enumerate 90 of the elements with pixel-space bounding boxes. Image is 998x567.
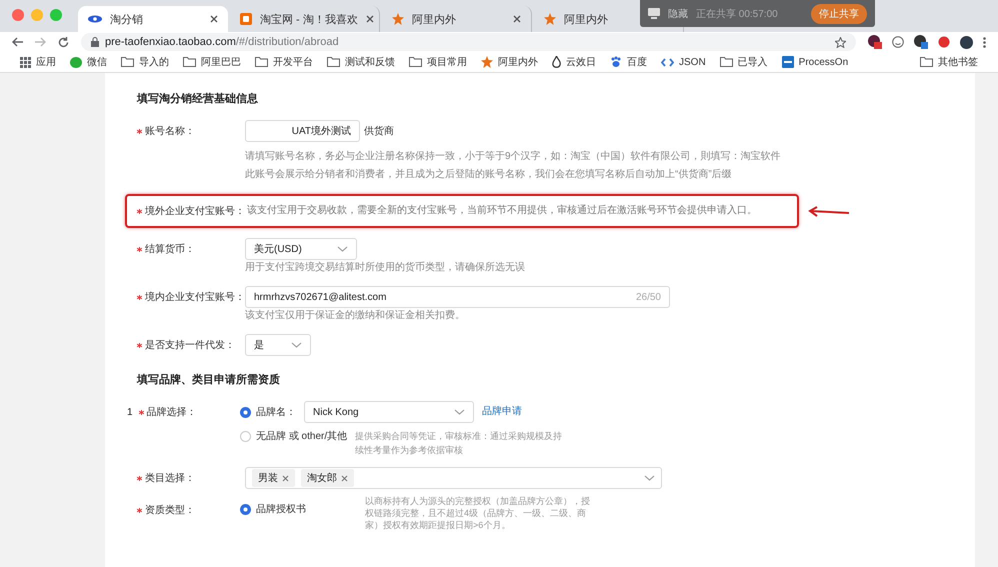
- section-title: 填写淘分销经营基础信息: [137, 92, 259, 106]
- apps-icon: [20, 56, 31, 68]
- bookmark[interactable]: 应用: [20, 55, 56, 69]
- flame-icon: [552, 56, 561, 68]
- select-field[interactable]: 美元(USD): [245, 238, 357, 260]
- field-label: 是否支持一件代发：: [145, 338, 235, 352]
- radio-option[interactable]: 无品牌 或 other/其他: [240, 429, 348, 443]
- bookmark[interactable]: 开发平台: [255, 55, 313, 69]
- note-text: 提供采购合同等凭证，审核标准：通过采购规模及持 续性考量作为参考依据审核: [355, 430, 562, 457]
- bookmark[interactable]: 其他书签: [920, 55, 978, 69]
- code-icon: [661, 58, 674, 66]
- close-icon[interactable]: [210, 15, 218, 23]
- app-icon: [240, 13, 252, 25]
- field-label: 境内企业支付宝账号：: [145, 290, 245, 304]
- field-label: 结算货币：: [145, 242, 195, 256]
- bookmark[interactable]: 百度: [610, 55, 647, 69]
- chevron-down-icon: [644, 475, 655, 481]
- apply-link[interactable]: 品牌申请: [482, 401, 522, 423]
- paw-icon: [610, 56, 622, 68]
- extension-icon[interactable]: [868, 35, 882, 49]
- address-field[interactable]: pre-taofenxiao.taobao.com/#/distribution/abroad: [81, 33, 856, 51]
- remove-icon[interactable]: [341, 474, 348, 482]
- browser-tab[interactable]: 淘分销: [78, 6, 228, 32]
- star-icon: [481, 56, 493, 68]
- radio-selected[interactable]: [240, 504, 251, 514]
- suffix-text: 供货商: [364, 124, 394, 138]
- more-icon[interactable]: [983, 36, 986, 48]
- bookmark[interactable]: JSON: [661, 56, 706, 68]
- bookmark[interactable]: 测试和反馈: [327, 55, 395, 69]
- bookmark[interactable]: 已导入: [720, 55, 768, 69]
- help-text: 请填写账号名称，务必与企业注册名称保持一致，小于等于9个汉字，如：淘宝（中国）软件有限公司，則填写：淘宝软件: [245, 150, 781, 164]
- input-field[interactable]: hrmrhzvs702671@alitest.com 26/50: [245, 286, 670, 308]
- screen-icon[interactable]: [648, 8, 660, 19]
- bookmark[interactable]: 微信: [70, 55, 107, 69]
- bookmark-star-icon[interactable]: [835, 36, 846, 48]
- close-icon[interactable]: [513, 15, 521, 23]
- field-label: 账号名称：: [145, 124, 195, 138]
- bookmark[interactable]: 阿里巴巴: [183, 55, 241, 69]
- smiley-icon[interactable]: [892, 36, 904, 48]
- select-field[interactable]: 是: [245, 334, 311, 356]
- help-text: 用于支付宝跨境交易结算时所使用的货币类型，请确保所选无误: [245, 260, 525, 275]
- help-text: 此账号会展示给分销者和消费者，并且成为之后登陆的账号名称，我们会在您填写名称后自动加上“供货商”后缀: [245, 168, 733, 182]
- bookmark[interactable]: ProcessOn: [782, 56, 848, 68]
- field-label: 资质类型：: [145, 504, 195, 517]
- input-field[interactable]: UAT境外测试: [245, 120, 360, 142]
- folder-icon: [255, 57, 268, 67]
- star-icon: [392, 13, 404, 25]
- note-text: 该支付宝用于交易收款，需要全新的支付宝账号，当前环节不用提供，审核通过后在激活账号环节会提供申请入口。: [247, 204, 757, 218]
- avatar-icon[interactable]: [960, 36, 973, 48]
- chat-icon: [70, 56, 82, 68]
- folder-icon: [409, 57, 422, 67]
- field-label: 类目选择：: [145, 472, 195, 485]
- folder-icon: [920, 57, 933, 67]
- folder-icon: [183, 57, 196, 67]
- chevron-down-icon: [291, 342, 302, 348]
- share-status: 正在共享 00:57:00: [696, 8, 778, 20]
- folder-icon: [121, 57, 134, 67]
- category-tag[interactable]: 淘女郎: [301, 469, 354, 487]
- field-label: 境外企业支付宝账号：: [145, 204, 245, 218]
- bookmark[interactable]: 阿里内外: [481, 55, 538, 69]
- chevron-down-icon: [337, 246, 348, 252]
- radio-option[interactable]: 品牌授权书: [240, 499, 365, 519]
- star-icon: [544, 13, 556, 25]
- url-text: pre-taofenxiao.taobao.com/#/distribution/abroad: [105, 36, 339, 48]
- app-icon: [782, 56, 794, 68]
- close-icon[interactable]: [366, 15, 374, 23]
- field-label: 品牌选择：: [146, 406, 197, 419]
- radio-option[interactable]: 品牌名：: [240, 401, 296, 423]
- note-text: 以商标持有人为源头的完整授权（加盖品牌方公章），授 权链路须完整，且不超过4级（品牌方、一级、二级、商 家）授权有效期距提报日期>6个月。: [365, 495, 590, 531]
- help-text: 该支付宝仅用于保证金的缴纳和保证金相关扣费。: [245, 308, 466, 323]
- back-icon[interactable]: [12, 37, 23, 47]
- bookmark[interactable]: 导入的: [121, 55, 169, 69]
- extension-icon[interactable]: [914, 35, 928, 49]
- remove-icon[interactable]: [282, 474, 289, 482]
- row-number: 1: [127, 406, 133, 418]
- radio-selected[interactable]: [240, 406, 251, 418]
- select-field[interactable]: Nick Kong: [304, 401, 474, 423]
- bookmark[interactable]: 云效日: [552, 55, 596, 69]
- eye-icon: [88, 15, 102, 23]
- bookmark[interactable]: 项目常用: [409, 55, 467, 69]
- folder-icon: [720, 57, 733, 67]
- lock-icon: [91, 37, 99, 47]
- arrow-icon: [807, 206, 849, 218]
- section-title: 填写品牌、类目申请所需资质: [137, 372, 281, 387]
- folder-icon: [327, 57, 340, 67]
- category-tag[interactable]: 男装: [252, 469, 295, 487]
- multi-select-field[interactable]: 男装 淘女郎: [245, 467, 662, 489]
- chevron-down-icon: [454, 409, 465, 415]
- reload-icon[interactable]: [58, 36, 69, 48]
- radio-unselected[interactable]: [240, 430, 251, 442]
